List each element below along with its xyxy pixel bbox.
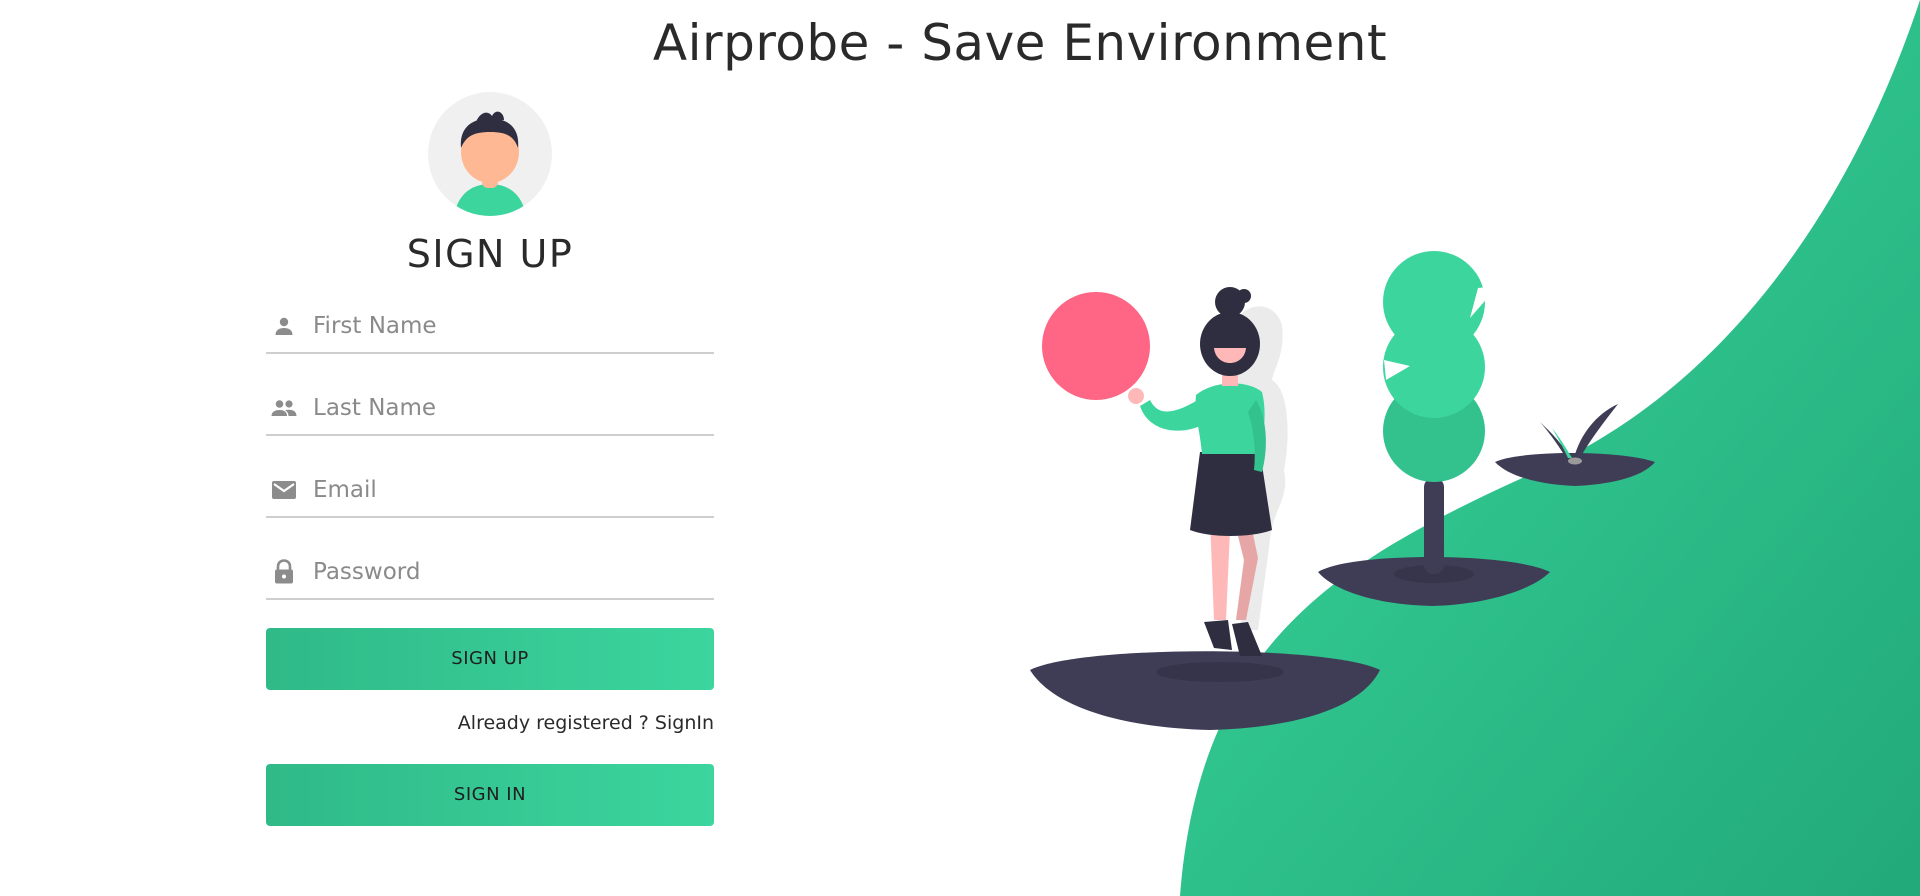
- last-name-input[interactable]: [313, 388, 714, 428]
- signin-button[interactable]: SIGN IN: [266, 764, 714, 826]
- people-icon: [269, 393, 299, 423]
- password-input[interactable]: [313, 552, 714, 592]
- small-platform: [1495, 404, 1655, 486]
- first-name-field: [266, 300, 714, 354]
- tree-platform: [1318, 251, 1550, 606]
- page-title: Airprobe - Save Environment: [652, 14, 1388, 72]
- password-field: [266, 546, 714, 600]
- first-name-input[interactable]: [313, 306, 714, 346]
- lock-icon: [269, 557, 299, 587]
- signup-form: SIGN UP SIGN UP Already registered ? Sig…: [266, 92, 714, 826]
- mail-icon: [269, 475, 299, 505]
- signup-heading: SIGN UP: [406, 232, 574, 276]
- email-field: [266, 464, 714, 518]
- already-registered-link[interactable]: Already registered ? SignIn: [266, 712, 714, 734]
- email-input[interactable]: [313, 470, 714, 510]
- pink-ball: [1042, 292, 1150, 400]
- signup-button[interactable]: SIGN UP: [266, 628, 714, 690]
- avatar: [428, 92, 552, 216]
- person-icon: [269, 311, 299, 341]
- environment-illustration: [1030, 251, 1655, 730]
- main-platform: [1030, 651, 1380, 730]
- last-name-field: [266, 382, 714, 436]
